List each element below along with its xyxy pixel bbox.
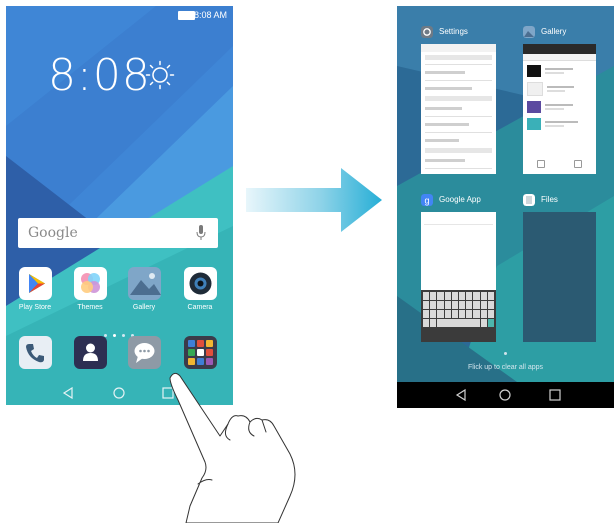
app-label: Play Store (18, 304, 52, 311)
settings-icon (421, 26, 433, 38)
phone-icon (18, 336, 52, 369)
status-bar: 8:08 AM (6, 6, 233, 24)
clock-widget[interactable]: 8:08 (48, 50, 151, 101)
app-messages[interactable] (124, 336, 164, 369)
app-phone[interactable] (15, 336, 55, 369)
weather-sunny-icon[interactable] (145, 60, 175, 90)
files-icon (523, 194, 535, 206)
gallery-icon (127, 267, 161, 300)
page-indicator (101, 324, 141, 337)
recent-card-files-header[interactable]: Files (523, 192, 601, 208)
themes-icon (73, 267, 107, 300)
app-label: Camera (187, 304, 213, 311)
google-search-bar[interactable]: Google (18, 218, 218, 248)
recent-card-settings-header[interactable]: Settings (421, 24, 499, 40)
contacts-icon (73, 336, 107, 369)
app-label: Gallery (132, 304, 156, 311)
app-gallery[interactable]: Gallery (124, 267, 164, 311)
microphone-icon[interactable] (196, 224, 206, 242)
clear-all-hint: Flick up to clear all apps (467, 364, 544, 371)
svg-text:g: g (424, 196, 429, 206)
recent-card-google-header[interactable]: g Google App (421, 192, 511, 208)
page-indicator (504, 352, 507, 355)
recent-apps-screen: Settings Gallery g Google App Files Flic… (397, 6, 614, 408)
status-time: 8:08 AM (193, 10, 227, 20)
back-icon (62, 386, 73, 400)
google-search-label: Google (28, 225, 78, 241)
home-screen: 8:08 AM 8:08 Google Play Store Themes Ga… (6, 6, 233, 405)
recent-card-settings[interactable] (421, 44, 496, 174)
google-icon: g (421, 194, 433, 206)
app-label: Themes (77, 304, 103, 311)
recent-card-files[interactable] (523, 212, 596, 342)
app-play-store[interactable]: Play Store (15, 267, 55, 311)
home-icon (113, 387, 125, 399)
swipe-hand-illustration (169, 372, 296, 523)
card-title: Files (541, 195, 558, 204)
gallery-icon (523, 26, 535, 38)
navigation-bar (397, 382, 614, 408)
camera-icon (183, 267, 217, 300)
transition-arrow (246, 168, 382, 232)
app-themes[interactable]: Themes (70, 267, 110, 311)
messages-icon (127, 336, 161, 369)
battery-icon (178, 11, 195, 20)
recent-card-gallery-header[interactable]: Gallery (523, 24, 601, 40)
card-title: Google App (439, 195, 481, 204)
app-folder[interactable] (180, 336, 220, 369)
card-title: Settings (439, 27, 468, 36)
play-store-icon (18, 267, 52, 300)
recent-card-google-app[interactable] (421, 212, 496, 342)
card-title: Gallery (541, 27, 567, 36)
app-camera[interactable]: Camera (180, 267, 220, 311)
app-folder-icon (183, 336, 217, 369)
recent-card-gallery[interactable] (523, 44, 596, 174)
app-contacts[interactable] (70, 336, 110, 369)
